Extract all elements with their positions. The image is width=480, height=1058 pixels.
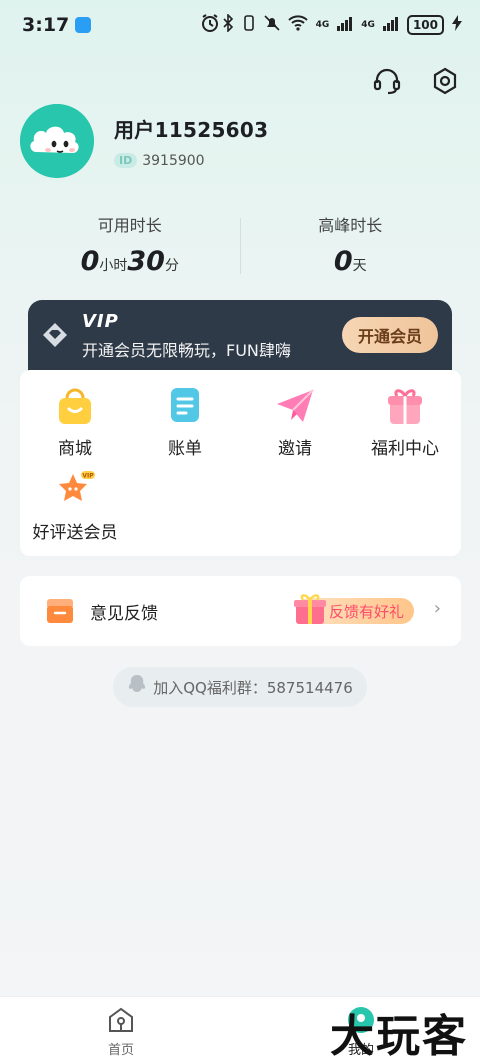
signal-2-icon	[382, 15, 399, 34]
menu-item-welfare[interactable]: 福利中心	[350, 386, 460, 459]
minutes-unit: 分	[164, 258, 179, 274]
menu-item-label: 福利中心	[371, 439, 439, 459]
wifi-icon	[287, 15, 308, 34]
tab-home-label: 首页	[107, 1043, 134, 1058]
charging-icon	[452, 15, 462, 34]
vip-subtitle: 开通会员无限畅玩，FUN肆嗨	[82, 341, 291, 360]
hours-unit: 小时	[99, 258, 128, 274]
feedback-badge-text: 反馈有好礼	[328, 602, 404, 621]
menu-item-label: 账单	[168, 439, 202, 459]
settings-icon[interactable]	[428, 64, 462, 98]
alarm-icon	[200, 13, 220, 38]
vibrate-icon	[242, 14, 256, 35]
menu-item-label: 好评送会员	[32, 523, 118, 543]
time-stats: 可用时长 0小时30分 高峰时长 0天	[20, 212, 460, 277]
diamond-icon	[42, 322, 68, 352]
feature-grid: 商城 账单 邀请 福利中心 VIP 好评送会员	[20, 370, 461, 556]
available-time-label: 可用时长	[97, 216, 162, 235]
feedback-label: 意见反馈	[90, 604, 158, 624]
message-icon	[75, 17, 92, 33]
watermark: 大玩客	[330, 1011, 468, 1058]
available-minutes: 30	[127, 246, 165, 277]
qq-group-text: 加入QQ福利群：587514476	[153, 678, 353, 697]
signal-2-label: 4G	[361, 19, 375, 30]
svg-text:VIP: VIP	[82, 473, 94, 480]
bill-icon	[165, 386, 205, 426]
profile-header[interactable]: 用户11525603 ID 3915900	[20, 104, 268, 178]
gift-icon	[385, 386, 425, 426]
username: 用户11525603	[114, 117, 269, 142]
menu-item-label: 商城	[58, 439, 92, 459]
signal-1-icon	[337, 15, 353, 34]
menu-item-invite[interactable]: 邀请	[240, 386, 350, 459]
feedback-gift-badge: 反馈有好礼	[294, 594, 414, 624]
menu-item-shop[interactable]: 商城	[20, 386, 130, 459]
gift-box-icon	[292, 592, 328, 630]
status-indicators: 4G 4G 100	[222, 13, 462, 35]
vip-star-icon: VIP	[55, 470, 95, 510]
mute-icon	[264, 14, 280, 35]
peak-days: 0	[333, 246, 353, 277]
available-hours: 0	[80, 246, 100, 277]
user-id: 3915900	[142, 152, 205, 169]
menu-item-label: 邀请	[278, 439, 312, 459]
header-actions	[370, 64, 462, 98]
peak-time: 高峰时长 0天	[241, 212, 461, 277]
open-vip-button[interactable]: 开通会员	[342, 317, 438, 353]
home-icon	[109, 1007, 133, 1032]
status-bar: 3:17 4G 4G 100	[0, 0, 480, 50]
battery-level: 100	[412, 17, 438, 32]
shopping-bag-icon	[55, 386, 95, 426]
headset-icon[interactable]	[370, 64, 404, 98]
vip-banner[interactable]: VIP 开通会员无限畅玩，FUN肆嗨 开通会员	[28, 300, 452, 374]
tab-home[interactable]: 首页	[96, 1005, 146, 1058]
qq-group-link[interactable]: 加入QQ福利群：587514476	[113, 667, 367, 707]
menu-item-bill[interactable]: 账单	[130, 386, 240, 459]
id-badge: ID	[114, 153, 138, 168]
menu-item-review-vip[interactable]: VIP 好评送会员	[20, 470, 130, 543]
peak-time-label: 高峰时长	[318, 216, 383, 235]
bluetooth-icon	[222, 13, 234, 35]
vip-title: VIP	[82, 311, 119, 332]
battery-icon: 100	[406, 14, 444, 35]
avatar[interactable]	[20, 104, 94, 178]
feedback-icon	[46, 598, 74, 628]
days-unit: 天	[352, 258, 367, 274]
qq-icon	[127, 674, 147, 700]
status-time: 3:17	[22, 14, 70, 36]
available-time: 可用时长 0小时30分	[20, 212, 240, 277]
feedback-row[interactable]: 意见反馈 反馈有好礼 ›	[20, 576, 461, 646]
signal-1-label: 4G	[315, 19, 330, 30]
paper-plane-icon	[275, 386, 315, 426]
chevron-right-icon: ›	[433, 598, 441, 619]
